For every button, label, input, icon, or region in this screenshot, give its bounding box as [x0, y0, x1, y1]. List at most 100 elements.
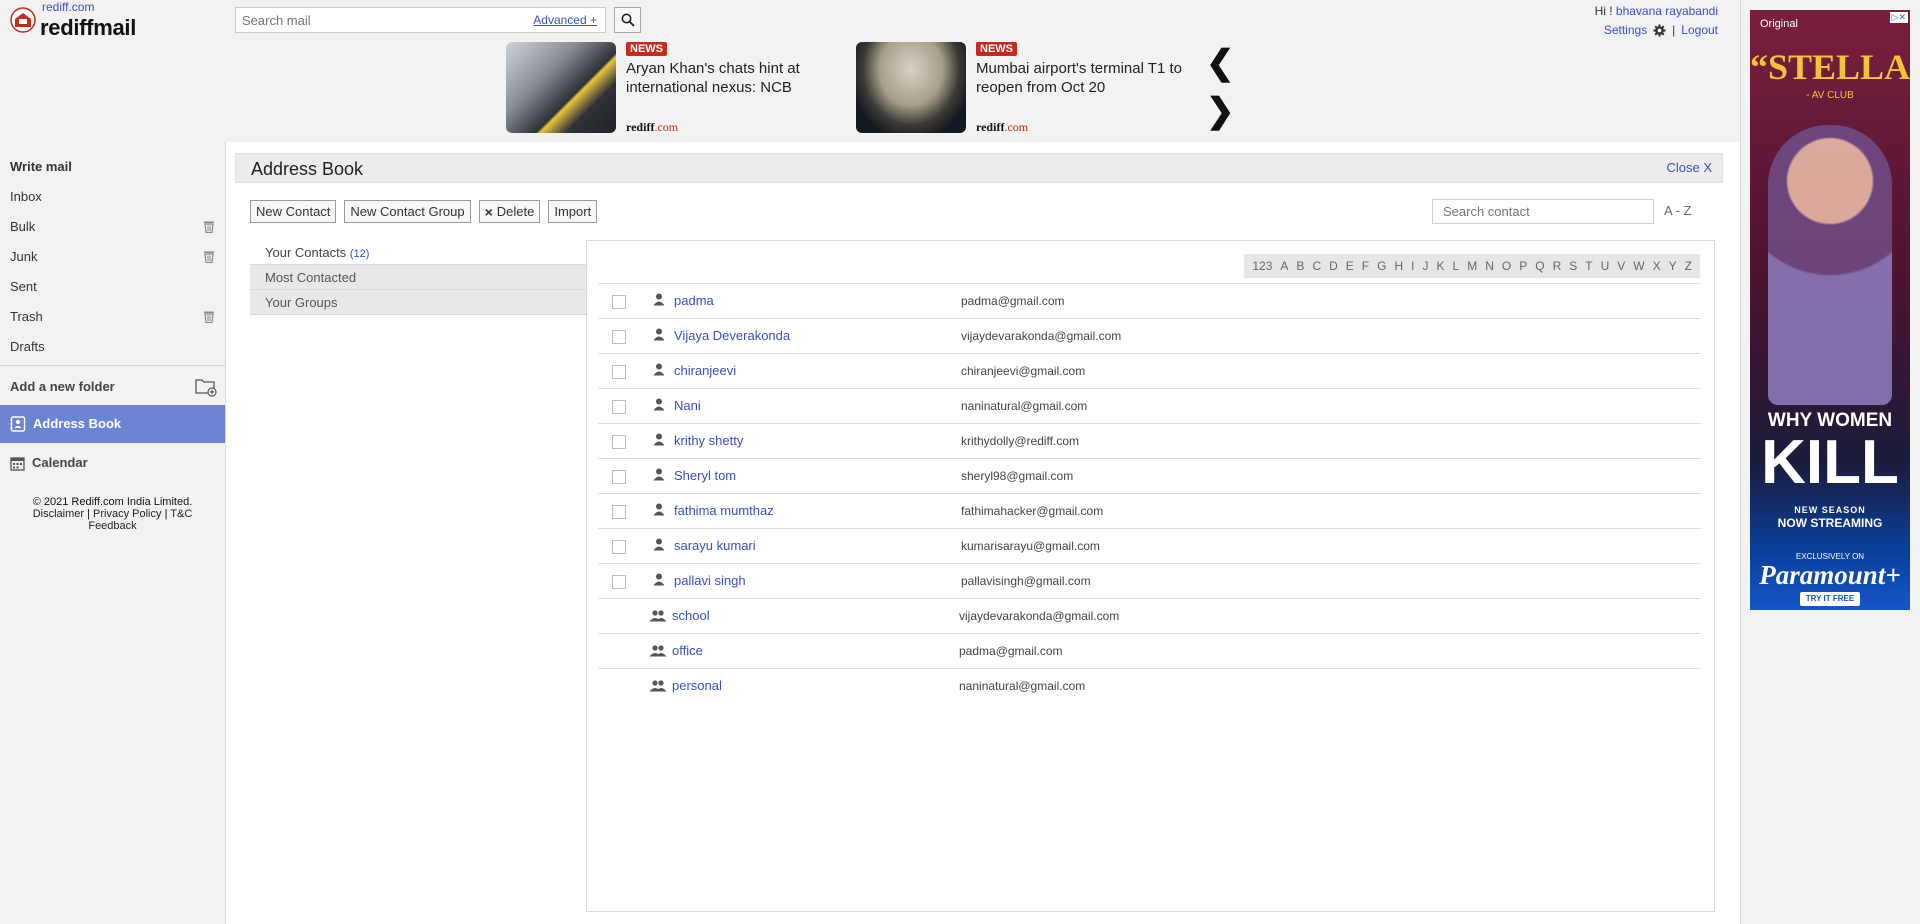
contact-name-link[interactable]: pallavi singh	[674, 573, 746, 588]
contact-checkbox[interactable]	[612, 470, 626, 484]
empty-bulk-trash-icon[interactable]	[203, 220, 215, 233]
add-folder-icon[interactable]	[195, 377, 217, 397]
empty-trash-icon[interactable]	[203, 310, 215, 323]
alphabet-letter[interactable]: 123	[1248, 259, 1276, 273]
settings-link[interactable]: Settings	[1604, 22, 1647, 39]
alphabet-letter[interactable]: G	[1373, 259, 1390, 273]
contact-row[interactable]: sarayu kumari kumarisarayu@gmail.com	[598, 528, 1701, 563]
gear-icon[interactable]	[1653, 24, 1666, 37]
contact-search-input[interactable]	[1433, 200, 1643, 223]
alphabet-letter[interactable]: N	[1481, 259, 1498, 273]
alphabet-letter[interactable]: H	[1390, 259, 1407, 273]
sidebar-item-address-book[interactable]: Address Book	[0, 405, 225, 443]
privacy-policy-link[interactable]: Privacy Policy	[93, 508, 161, 520]
sidebar-item-junk[interactable]: Junk	[0, 242, 225, 272]
advertisement-banner[interactable]: ▷✕ Original “STELLAR” - AV CLUB WHY WOME…	[1750, 10, 1910, 610]
alphabet-letter[interactable]: I	[1407, 259, 1418, 273]
contact-name-link[interactable]: sarayu kumari	[674, 538, 756, 553]
new-contact-group-button[interactable]: New Contact Group	[344, 200, 471, 223]
advanced-search-link[interactable]: Advanced +	[533, 13, 597, 27]
contact-name-link[interactable]: krithy shetty	[674, 433, 743, 448]
contact-row[interactable]: fathima mumthaz fathimahacker@gmail.com	[598, 493, 1701, 528]
group-name-link[interactable]: office	[672, 643, 703, 658]
rediffmail-logo[interactable]: rediff.com rediffmail	[8, 0, 228, 60]
ad-choices-icon[interactable]: ▷✕	[1889, 12, 1908, 23]
alphabet-letter[interactable]: W	[1629, 259, 1648, 273]
delete-button[interactable]: × Delete	[478, 200, 541, 223]
alphabet-letter[interactable]: T	[1581, 259, 1596, 273]
news-thumbnail[interactable]	[506, 42, 616, 133]
contact-row[interactable]: pallavi singh pallavisingh@gmail.com	[598, 563, 1701, 598]
alphabet-letter[interactable]: R	[1549, 259, 1566, 273]
news-prev-arrow[interactable]: ❮	[1206, 46, 1235, 80]
add-folder-button[interactable]: Add a new folder	[0, 369, 225, 405]
alphabet-letter[interactable]: X	[1649, 259, 1665, 273]
contact-row[interactable]: Nani naninatural@gmail.com	[598, 388, 1701, 423]
username-link[interactable]: bhavana rayabandi	[1616, 4, 1718, 18]
contact-row[interactable]: padma padma@gmail.com	[598, 283, 1701, 318]
sidebar-item-trash[interactable]: Trash	[0, 302, 225, 332]
contact-row[interactable]: Vijaya Deverakonda vijaydevarakonda@gmail…	[598, 318, 1701, 353]
alphabet-letter[interactable]: Y	[1665, 259, 1681, 273]
disclaimer-link[interactable]: Disclaimer	[33, 508, 84, 520]
empty-junk-trash-icon[interactable]	[203, 250, 215, 263]
sort-az-toggle[interactable]: A - Z	[1664, 203, 1691, 218]
contact-checkbox[interactable]	[612, 435, 626, 449]
contact-name-link[interactable]: fathima mumthaz	[674, 503, 774, 518]
news-headline[interactable]: Mumbai airport's terminal T1 to reopen f…	[976, 59, 1201, 97]
sidebar-item-write-mail[interactable]: Write mail	[0, 152, 225, 182]
alphabet-letter[interactable]: Z	[1681, 259, 1696, 273]
sidebar-item-calendar[interactable]: Calendar	[0, 444, 225, 482]
group-your-groups[interactable]: Your Groups	[250, 290, 586, 315]
contact-row[interactable]: krithy shetty krithydolly@rediff.com	[598, 423, 1701, 458]
contact-name-link[interactable]: Sheryl tom	[674, 468, 736, 483]
contact-name-link[interactable]: padma	[674, 293, 714, 308]
search-button[interactable]	[614, 7, 641, 33]
contact-checkbox[interactable]	[612, 400, 626, 414]
sidebar-item-bulk[interactable]: Bulk	[0, 212, 225, 242]
group-row[interactable]: personal naninatural@gmail.com	[598, 668, 1701, 703]
contact-checkbox[interactable]	[612, 505, 626, 519]
alphabet-letter[interactable]: E	[1342, 259, 1358, 273]
feedback-link[interactable]: Feedback	[88, 520, 136, 532]
mail-search-input[interactable]	[236, 8, 516, 32]
close-button[interactable]: Close X	[1666, 160, 1712, 175]
new-contact-button[interactable]: New Contact	[250, 200, 337, 223]
contact-name-link[interactable]: chiranjeevi	[674, 363, 736, 378]
sidebar-item-drafts[interactable]: Drafts	[0, 332, 225, 362]
alphabet-letter[interactable]: J	[1419, 259, 1433, 273]
contact-checkbox[interactable]	[612, 540, 626, 554]
alphabet-letter[interactable]: D	[1325, 259, 1342, 273]
contact-checkbox[interactable]	[612, 295, 626, 309]
alphabet-letter[interactable]: V	[1613, 259, 1629, 273]
group-row[interactable]: school vijaydevarakonda@gmail.com	[598, 598, 1701, 633]
alphabet-letter[interactable]: P	[1515, 259, 1531, 273]
alphabet-letter[interactable]: U	[1597, 259, 1614, 273]
logout-link[interactable]: Logout	[1681, 22, 1718, 39]
alphabet-letter[interactable]: Q	[1531, 259, 1548, 273]
news-headline[interactable]: Aryan Khan's chats hint at international…	[626, 59, 851, 97]
alphabet-letter[interactable]: C	[1308, 259, 1325, 273]
alphabet-letter[interactable]: F	[1358, 259, 1373, 273]
alphabet-letter[interactable]: A	[1276, 259, 1292, 273]
contact-checkbox[interactable]	[612, 330, 626, 344]
contact-row[interactable]: Sheryl tom sheryl98@gmail.com	[598, 458, 1701, 493]
terms-link[interactable]: T&C	[170, 508, 192, 520]
alphabet-letter[interactable]: M	[1463, 259, 1481, 273]
contact-checkbox[interactable]	[612, 365, 626, 379]
sidebar-item-sent[interactable]: Sent	[0, 272, 225, 302]
alphabet-letter[interactable]: B	[1292, 259, 1308, 273]
sidebar-item-inbox[interactable]: Inbox	[0, 182, 225, 212]
contact-name-link[interactable]: Vijaya Deverakonda	[674, 328, 790, 343]
group-name-link[interactable]: school	[672, 608, 710, 623]
group-most-contacted[interactable]: Most Contacted	[250, 265, 586, 290]
alphabet-letter[interactable]: L	[1449, 259, 1464, 273]
group-row[interactable]: office padma@gmail.com	[598, 633, 1701, 668]
rediff-site-link[interactable]: rediff.com	[42, 0, 94, 14]
contact-name-link[interactable]: Nani	[674, 398, 701, 413]
alphabet-letter[interactable]: O	[1498, 259, 1515, 273]
ad-cta-button[interactable]: TRY IT FREE	[1800, 592, 1860, 606]
news-next-arrow[interactable]: ❯	[1206, 94, 1235, 128]
group-your-contacts[interactable]: Your Contacts (12)	[250, 240, 586, 265]
group-name-link[interactable]: personal	[672, 678, 722, 693]
